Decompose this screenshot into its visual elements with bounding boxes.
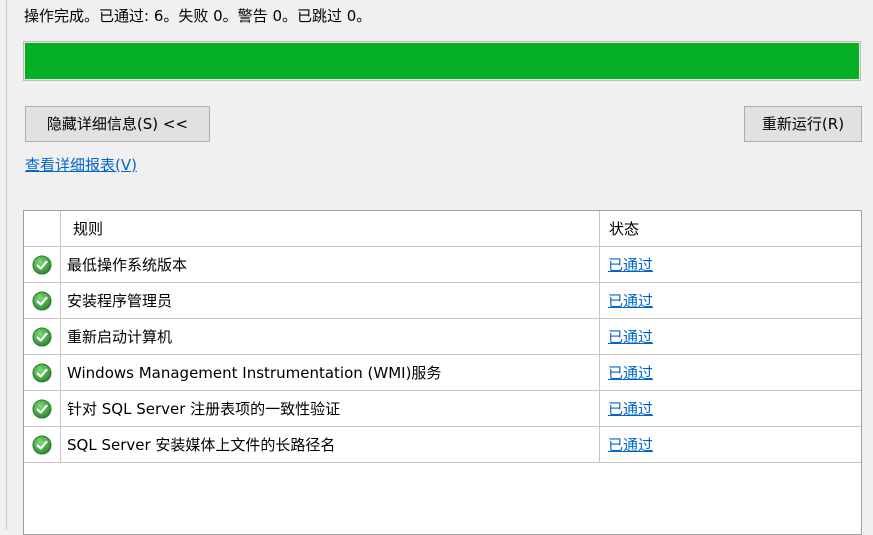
status-cell: 已通过 xyxy=(599,282,861,319)
rule-cell: Windows Management Instrumentation (WMI)… xyxy=(60,354,600,391)
progress-bar xyxy=(23,41,861,81)
check-circle-icon xyxy=(32,435,52,454)
table-row[interactable]: 最低操作系统版本 已通过 xyxy=(24,246,861,283)
status-link[interactable]: 已通过 xyxy=(608,364,653,382)
check-circle-icon xyxy=(32,327,52,346)
row-icon-cell xyxy=(24,282,61,319)
column-header-status[interactable]: 状态 xyxy=(599,211,861,247)
row-icon-cell xyxy=(24,318,61,355)
column-header-rule[interactable]: 规则 xyxy=(60,211,600,247)
status-cell: 已通过 xyxy=(599,246,861,283)
status-link[interactable]: 已通过 xyxy=(608,400,653,418)
check-circle-icon xyxy=(32,399,52,418)
check-circle-icon xyxy=(32,363,52,382)
check-circle-icon xyxy=(32,255,52,274)
check-circle-icon xyxy=(32,291,52,310)
table-row[interactable]: 重新启动计算机 已通过 xyxy=(24,318,861,355)
row-icon-cell xyxy=(24,354,61,391)
rule-cell: 最低操作系统版本 xyxy=(60,246,600,283)
operation-summary: 操作完成。已通过: 6。失败 0。警告 0。已跳过 0。 xyxy=(24,7,372,25)
status-link[interactable]: 已通过 xyxy=(608,328,653,346)
view-detailed-report-link[interactable]: 查看详细报表(V) xyxy=(25,154,137,176)
rule-cell: 重新启动计算机 xyxy=(60,318,600,355)
header-icon-cell xyxy=(24,211,61,247)
rules-grid: 规则 状态 最低操作系统版本 已通过 安装程序管理员 已通过 重新启动计算机 已… xyxy=(23,210,862,535)
status-link[interactable]: 已通过 xyxy=(608,256,653,274)
hide-details-button[interactable]: 隐藏详细信息(S) << xyxy=(25,106,210,142)
rule-cell: 安装程序管理员 xyxy=(60,282,600,319)
rule-cell: 针对 SQL Server 注册表项的一致性验证 xyxy=(60,390,600,427)
status-cell: 已通过 xyxy=(599,390,861,427)
table-row[interactable]: 针对 SQL Server 注册表项的一致性验证 已通过 xyxy=(24,390,861,427)
status-cell: 已通过 xyxy=(599,426,861,463)
status-link[interactable]: 已通过 xyxy=(608,436,653,454)
window-left-edge xyxy=(0,0,7,530)
table-header-row: 规则 状态 xyxy=(24,211,861,247)
rule-cell: SQL Server 安装媒体上文件的长路径名 xyxy=(60,426,600,463)
status-link[interactable]: 已通过 xyxy=(608,292,653,310)
table-row[interactable]: 安装程序管理员 已通过 xyxy=(24,282,861,319)
row-icon-cell xyxy=(24,426,61,463)
row-icon-cell xyxy=(24,246,61,283)
rules-table: 规则 状态 最低操作系统版本 已通过 安装程序管理员 已通过 重新启动计算机 已… xyxy=(24,211,861,463)
table-row[interactable]: Windows Management Instrumentation (WMI)… xyxy=(24,354,861,391)
status-cell: 已通过 xyxy=(599,354,861,391)
status-cell: 已通过 xyxy=(599,318,861,355)
progress-fill xyxy=(25,43,859,79)
rerun-button[interactable]: 重新运行(R) xyxy=(744,106,862,142)
table-row[interactable]: SQL Server 安装媒体上文件的长路径名 已通过 xyxy=(24,426,861,463)
row-icon-cell xyxy=(24,390,61,427)
